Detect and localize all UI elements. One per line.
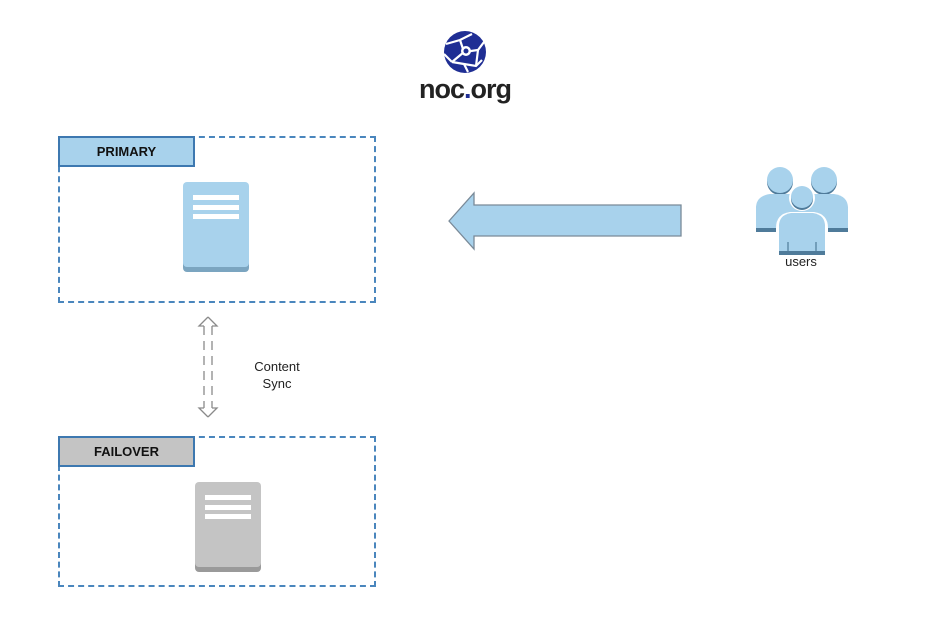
- sync-label-line2: Sync: [262, 376, 292, 391]
- globe-icon: [443, 31, 486, 73]
- sync-label-line1: Content: [254, 359, 300, 374]
- primary-server-icon: [183, 182, 249, 272]
- content-sync-label: Content Sync: [244, 358, 310, 392]
- failover-zone: FAILOVER: [58, 436, 376, 587]
- users-icon: [756, 167, 848, 256]
- failover-label: FAILOVER: [58, 436, 195, 467]
- primary-zone: PRIMARY: [58, 136, 376, 303]
- traffic-arrow-icon: [448, 191, 682, 251]
- primary-label: PRIMARY: [58, 136, 195, 167]
- users-label: users: [785, 254, 817, 269]
- failover-server-icon: [195, 482, 261, 572]
- content-sync-arrow-icon: [197, 316, 219, 418]
- noc-org-logo: noc.org: [415, 30, 515, 105]
- logo-text: noc.org: [418, 74, 512, 104]
